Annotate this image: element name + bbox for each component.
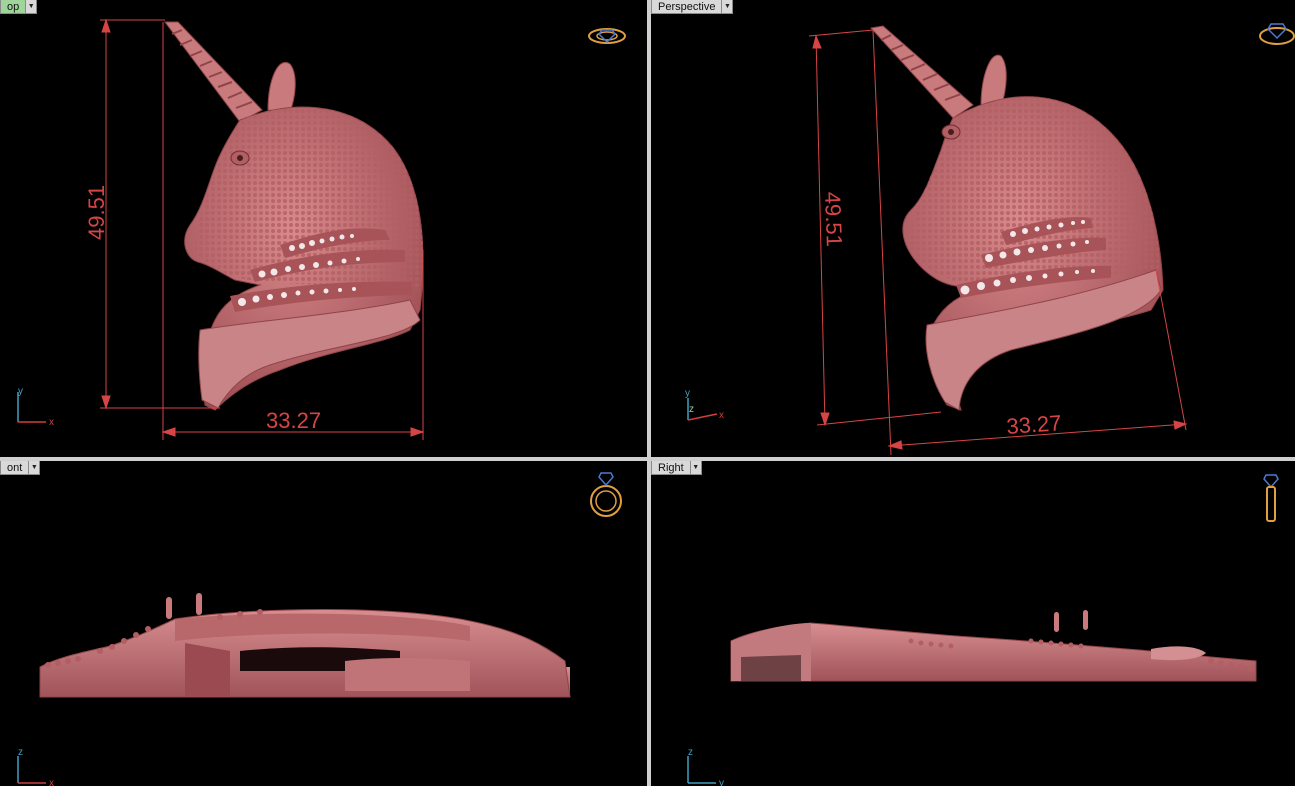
viewport-divider-horizontal[interactable] [0, 457, 1295, 461]
svg-text:y: y [719, 778, 724, 786]
ring-perspective-icon[interactable] [1259, 23, 1295, 45]
dim-height-perspective: 49.51 [820, 191, 847, 247]
viewport-top[interactable]: 49.51 33.27 y x op ▼ [0, 0, 647, 457]
unicorn-model-perspective[interactable] [870, 25, 1164, 411]
chevron-down-icon[interactable]: ▼ [26, 0, 38, 14]
ring-front-view-icon[interactable] [590, 472, 622, 517]
axis-widget-top: y x [17, 386, 54, 428]
viewport-perspective[interactable]: 49.51 33.27 y z x Perspective ▼ [651, 0, 1295, 457]
unicorn-model-right[interactable] [730, 610, 1257, 682]
chevron-down-icon[interactable]: ▼ [29, 461, 41, 475]
svg-text:x: x [49, 778, 54, 786]
svg-text:z: z [688, 747, 693, 758]
viewport-front[interactable]: z x ont ▼ [0, 461, 647, 786]
tab-perspective[interactable]: Perspective ▼ [651, 0, 734, 14]
unicorn-model-top[interactable] [164, 21, 424, 411]
tab-front[interactable]: ont ▼ [0, 461, 41, 475]
front-canvas[interactable]: z x [0, 461, 647, 786]
dim-height-top: 49.51 [84, 185, 109, 240]
svg-text:z: z [689, 404, 694, 415]
tab-right-label[interactable]: Right [651, 461, 691, 475]
axis-widget-perspective: y z x [685, 388, 724, 421]
chevron-down-icon[interactable]: ▼ [722, 0, 734, 14]
dim-width-perspective: 33.27 [1006, 410, 1063, 439]
ring-top-view-icon[interactable] [588, 28, 626, 44]
tab-right[interactable]: Right ▼ [651, 461, 702, 475]
svg-text:y: y [685, 388, 690, 399]
svg-text:x: x [719, 410, 724, 421]
viewport-divider-vertical[interactable] [647, 0, 651, 786]
svg-text:z: z [18, 747, 23, 758]
top-canvas[interactable]: 49.51 33.27 y x [0, 0, 647, 457]
tab-top[interactable]: op ▼ [0, 0, 38, 14]
svg-text:y: y [18, 386, 23, 397]
tab-top-label[interactable]: op [0, 0, 27, 14]
perspective-canvas[interactable]: 49.51 33.27 y z x [651, 0, 1295, 457]
tab-perspective-label[interactable]: Perspective [651, 0, 723, 14]
viewport-right[interactable]: z y Right ▼ [651, 461, 1295, 786]
chevron-down-icon[interactable]: ▼ [690, 461, 702, 475]
axis-widget-right: z y [687, 747, 724, 786]
axis-widget-front: z x [17, 747, 54, 786]
right-canvas[interactable]: z y [651, 461, 1295, 786]
tab-front-label[interactable]: ont [0, 461, 30, 475]
ring-side-view-icon[interactable] [1263, 474, 1279, 522]
svg-text:x: x [49, 417, 54, 428]
unicorn-model-front[interactable] [39, 593, 571, 698]
dim-width-top: 33.27 [266, 408, 321, 433]
